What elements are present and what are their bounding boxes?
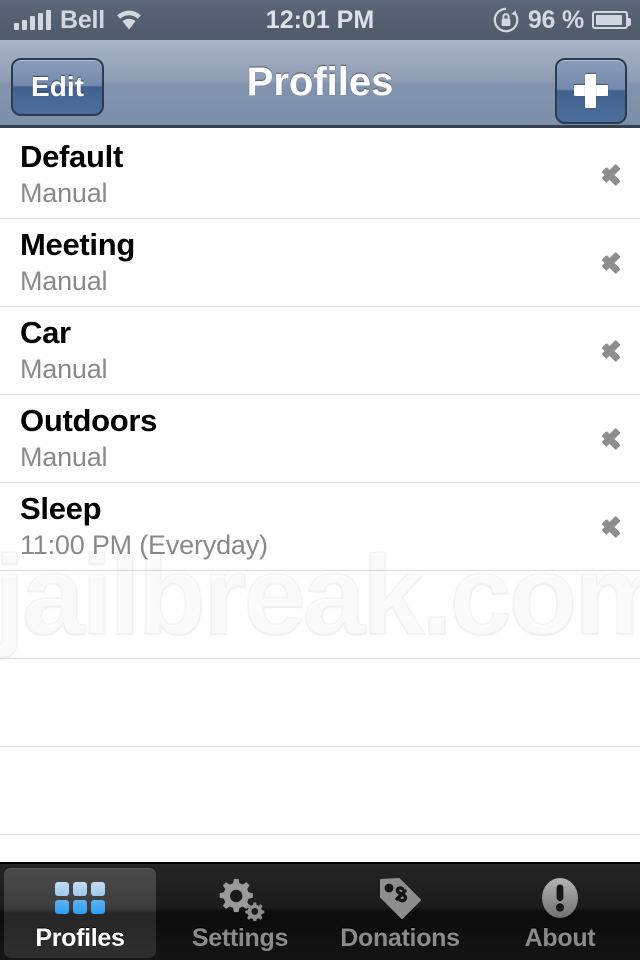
chevron-right-icon xyxy=(602,248,620,278)
empty-row xyxy=(0,659,640,747)
navigation-bar: Edit Profiles xyxy=(0,40,640,128)
chevron-right-icon xyxy=(602,336,620,366)
row-subtitle: Manual xyxy=(20,178,108,208)
profile-list[interactable]: Default Manual Meeting Manual Car Manual… xyxy=(0,131,640,862)
table-row[interactable]: Default Manual xyxy=(0,131,640,219)
table-row[interactable]: Outdoors Manual xyxy=(0,395,640,483)
row-title: Default xyxy=(20,139,123,174)
plus-icon xyxy=(574,74,608,108)
clock-label: 12:01 PM xyxy=(265,6,375,34)
tab-settings[interactable]: Settings xyxy=(160,864,320,960)
gears-icon xyxy=(210,875,270,921)
status-bar-right: 96 % xyxy=(492,0,631,40)
page-title: Profiles xyxy=(246,60,394,104)
status-bar: Bell 12:01 PM 96 % xyxy=(0,0,640,40)
tab-bar: Profiles Settings Donations About xyxy=(0,862,640,960)
row-title: Meeting xyxy=(20,227,136,262)
empty-row xyxy=(0,747,640,835)
chevron-right-icon xyxy=(602,512,620,542)
tab-donations[interactable]: Donations xyxy=(320,864,480,960)
tab-label: Settings xyxy=(191,924,289,952)
price-tag-icon xyxy=(370,875,430,921)
rotation-lock-icon xyxy=(492,6,520,34)
row-subtitle: Manual xyxy=(20,354,108,384)
row-subtitle: Manual xyxy=(20,266,108,296)
battery-percent-label: 96 % xyxy=(527,5,584,34)
tab-label: About xyxy=(524,924,596,952)
grid-icon xyxy=(50,875,110,921)
row-title: Outdoors xyxy=(20,403,158,438)
tab-label: Donations xyxy=(340,924,460,952)
row-title: Sleep xyxy=(20,491,102,526)
row-subtitle: 11:00 PM (Everyday) xyxy=(20,530,268,560)
exclamation-circle-icon xyxy=(530,875,590,921)
tab-profiles[interactable]: Profiles xyxy=(0,864,160,960)
add-profile-button[interactable] xyxy=(555,58,627,124)
tab-label: Profiles xyxy=(35,924,125,952)
row-title: Car xyxy=(20,315,71,350)
tab-about[interactable]: About xyxy=(480,864,640,960)
battery-icon xyxy=(592,11,631,29)
chevron-right-icon xyxy=(602,424,620,454)
table-row[interactable]: Sleep 11:00 PM (Everyday) xyxy=(0,483,640,571)
chevron-right-icon xyxy=(602,160,620,190)
row-subtitle: Manual xyxy=(20,442,108,472)
table-row[interactable]: Meeting Manual xyxy=(0,219,640,307)
empty-row xyxy=(0,571,640,659)
table-row[interactable]: Car Manual xyxy=(0,307,640,395)
